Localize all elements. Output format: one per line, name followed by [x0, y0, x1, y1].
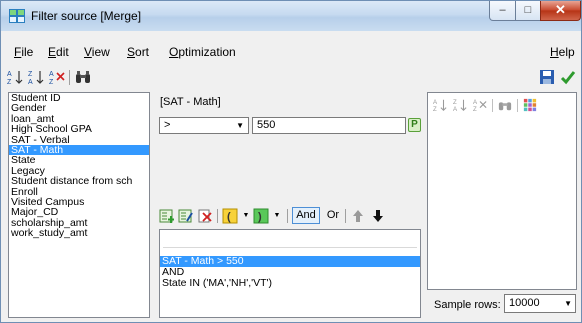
parameter-button[interactable]: P — [408, 118, 421, 132]
open-paren-icon[interactable]: ( — [222, 208, 238, 224]
app-icon — [9, 9, 25, 23]
value-input[interactable]: 550 — [252, 117, 406, 134]
move-down-icon[interactable] — [370, 208, 386, 224]
minimize-button[interactable]: – — [489, 1, 516, 21]
toolbar-separator — [69, 70, 70, 85]
close-button[interactable]: ✕ — [540, 1, 581, 21]
menu-optimization[interactable]: Optimization — [169, 45, 236, 59]
toolbar-separator — [492, 99, 493, 112]
edit-condition-icon[interactable] — [178, 208, 194, 224]
svg-text:A: A — [453, 106, 458, 112]
svg-text:Z: Z — [433, 106, 437, 112]
chevron-down-icon[interactable]: ▼ — [238, 208, 254, 224]
clear-sort-icon[interactable]: A Z — [49, 69, 65, 85]
toolbar-separator — [345, 209, 346, 223]
svg-text:): ) — [258, 211, 262, 223]
condition-list[interactable]: SAT - Math > 550 AND State IN ('MA','NH','… — [159, 229, 421, 318]
title-bar[interactable]: Filter source [Merge] – □ ✕ — [1, 1, 581, 31]
svg-text:Z: Z — [49, 79, 54, 85]
condition-toolbar: ( ▼ ) ▼ And Or — [156, 205, 421, 227]
save-icon[interactable] — [539, 69, 555, 85]
add-condition-icon[interactable] — [159, 208, 175, 224]
svg-text:A: A — [49, 71, 54, 78]
svg-text:Z: Z — [28, 71, 33, 78]
menu-sort[interactable]: Sort — [127, 45, 149, 59]
svg-text:A: A — [28, 79, 33, 85]
condition-item[interactable]: SAT - Math > 550 — [160, 256, 420, 267]
menu-view[interactable]: View — [84, 45, 110, 59]
condition-item[interactable]: State IN ('MA','NH','VT') — [160, 278, 420, 289]
svg-text:(: ( — [227, 211, 231, 223]
filter-source-window: Filter source [Merge] – □ ✕ File Edit Vi… — [0, 0, 582, 323]
chevron-down-icon[interactable]: ▼ — [269, 208, 285, 224]
clear-sort-icon[interactable]: A Z — [473, 98, 487, 112]
field-list[interactable]: Student ID Gender loan_amt High School GPA S… — [8, 92, 150, 318]
field-list-item[interactable]: High School GPA — [9, 124, 149, 135]
field-list-item[interactable]: work_study_amt — [9, 228, 149, 239]
binoculars-icon[interactable] — [498, 98, 512, 112]
binoculars-icon[interactable] — [75, 69, 91, 85]
toolbar-separator — [217, 209, 218, 223]
svg-text:Z: Z — [7, 79, 12, 85]
field-list-item[interactable]: Student distance from sch — [9, 176, 149, 187]
sort-ascending-icon[interactable]: A Z — [7, 69, 23, 85]
chevron-down-icon: ▼ — [564, 299, 572, 308]
sort-descending-icon[interactable]: Z A — [28, 69, 44, 85]
condition-list-header — [163, 233, 417, 248]
or-button[interactable]: Or — [324, 207, 342, 224]
menu-file[interactable]: File — [14, 45, 33, 59]
preview-panel: A Z Z A A Z Sample rows: 10000 ▼ — [427, 92, 577, 318]
menu-edit[interactable]: Edit — [48, 45, 69, 59]
svg-text:A: A — [473, 99, 478, 106]
close-paren-icon[interactable]: ) — [253, 208, 269, 224]
and-button[interactable]: And — [292, 207, 320, 224]
column-colors-icon[interactable] — [523, 98, 537, 112]
svg-text:A: A — [433, 99, 438, 106]
sample-rows-label: Sample rows: — [434, 299, 501, 311]
main-toolbar: A Z Z A A Z — [1, 64, 581, 90]
condition-items: SAT - Math > 550 AND State IN ('MA','NH','… — [160, 256, 420, 289]
menu-help[interactable]: Help — [550, 45, 575, 59]
sort-descending-icon[interactable]: Z A — [453, 98, 467, 112]
expression-field-label: [SAT - Math] — [160, 96, 221, 108]
svg-text:Z: Z — [453, 99, 457, 106]
ok-checkmark-icon[interactable] — [560, 69, 576, 85]
sample-rows-select[interactable]: 10000 ▼ — [504, 294, 576, 313]
expression-panel: [SAT - Math] > ▼ 550 P (▼) ▼ And Or SA… — [156, 92, 421, 318]
move-up-icon[interactable] — [350, 208, 366, 224]
svg-text:Z: Z — [473, 106, 477, 112]
window-title: Filter source [Merge] — [31, 9, 142, 23]
toolbar-separator — [517, 99, 518, 112]
menu-bar: File Edit View Sort Optimization Help — [1, 41, 581, 63]
toolbar-separator — [287, 209, 288, 223]
delete-condition-icon[interactable] — [197, 208, 213, 224]
svg-text:A: A — [7, 71, 12, 78]
preview-grid[interactable]: A Z Z A A Z — [427, 92, 577, 290]
operator-select[interactable]: > ▼ — [159, 117, 249, 134]
maximize-button[interactable]: □ — [515, 1, 541, 21]
sort-ascending-icon[interactable]: A Z — [433, 98, 447, 112]
chevron-down-icon: ▼ — [236, 121, 244, 130]
